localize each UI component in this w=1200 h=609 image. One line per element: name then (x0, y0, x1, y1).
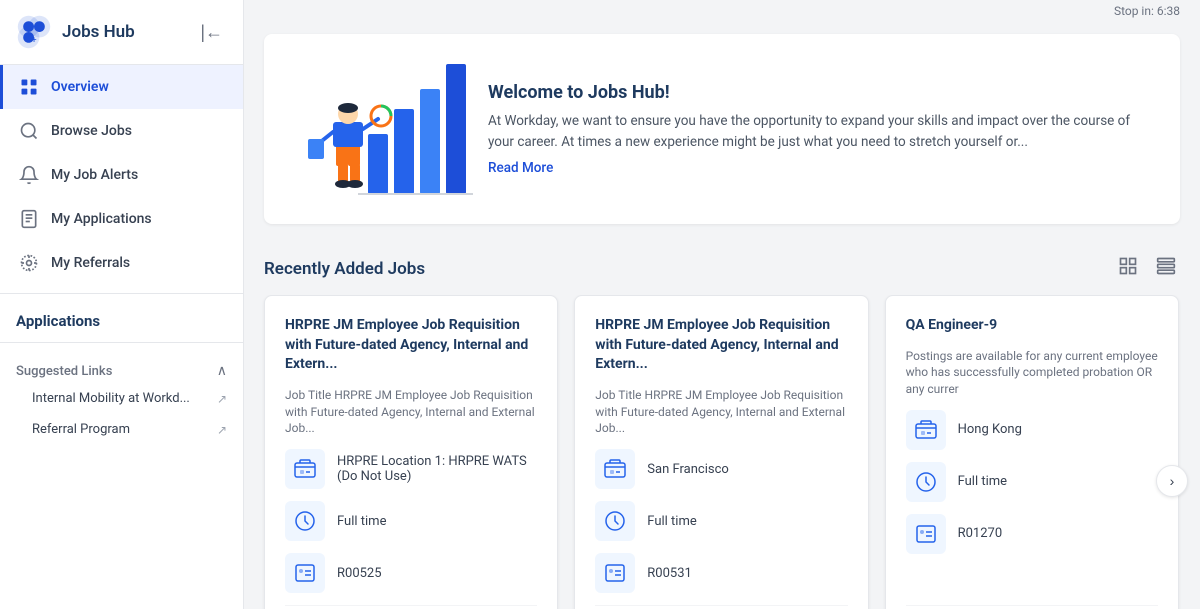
list-view-icon (1118, 256, 1138, 276)
sidebar-item-my-referrals-label: My Referrals (51, 255, 130, 271)
location-text-0: HRPRE Location 1: HRPRE WATS (Do Not Use… (337, 454, 537, 484)
sidebar-header: + Jobs Hub |← (0, 0, 243, 65)
time-text-1: Full time (647, 514, 696, 529)
welcome-body: At Workday, we want to ensure you have t… (488, 111, 1156, 152)
location-icon-1 (595, 449, 635, 489)
carousel-next-button[interactable]: › (1156, 465, 1188, 497)
time-text-2: Full time (958, 474, 1007, 489)
internal-mobility-label: Internal Mobility at Workd... (32, 391, 190, 406)
job-time-1: Full time (595, 501, 847, 541)
sidebar-item-referral-program[interactable]: Referral Program ↗ (0, 414, 243, 445)
bell-icon (19, 165, 39, 185)
welcome-text: Welcome to Jobs Hub! At Workday, we want… (488, 82, 1156, 176)
job-title-1: HRPRE JM Employee Job Requisition with F… (595, 316, 847, 375)
view-job-link-1[interactable]: View Job (595, 605, 847, 609)
job-location-0: HRPRE Location 1: HRPRE WATS (Do Not Use… (285, 449, 537, 489)
referrals-icon (19, 253, 39, 273)
read-more-link[interactable]: Read More (488, 160, 553, 176)
sidebar-divider-1 (0, 293, 243, 294)
chevron-up-icon: ∧ (217, 363, 227, 379)
sidebar-nav: Overview Browse Jobs My Job Alerts My Ap… (0, 65, 243, 285)
job-card-1: HRPRE JM Employee Job Requisition with F… (574, 295, 868, 609)
job-location-1: San Francisco (595, 449, 847, 489)
referral-program-label: Referral Program (32, 422, 130, 437)
job-desc-1: Job Title HRPRE JM Employee Job Requisit… (595, 387, 847, 437)
time-icon-0 (285, 501, 325, 541)
sidebar-title: Jobs Hub (62, 22, 135, 42)
req-text-1: R00531 (647, 566, 692, 581)
sidebar-item-my-referrals[interactable]: My Referrals (0, 241, 243, 285)
time-icon-1 (595, 501, 635, 541)
sidebar-item-overview[interactable]: Overview (0, 65, 243, 109)
job-req-1: R00531 (595, 553, 847, 593)
location-text-1: San Francisco (647, 462, 729, 477)
recently-added-title: Recently Added Jobs (264, 259, 425, 279)
sidebar-item-my-job-alerts-label: My Job Alerts (51, 167, 138, 183)
job-title-2: QA Engineer-9 (906, 316, 1158, 336)
view-job-link-2[interactable]: View Job (906, 605, 1158, 609)
req-text-0: R00525 (337, 566, 382, 581)
search-icon (19, 121, 39, 141)
sidebar-item-overview-label: Overview (51, 79, 109, 95)
sidebar-logo: + Jobs Hub (16, 14, 135, 50)
time-icon-2 (906, 462, 946, 502)
req-text-2: R01270 (958, 526, 1003, 541)
job-desc-2: Postings are available for any current e… (906, 348, 1158, 398)
sidebar-item-browse-jobs-label: Browse Jobs (51, 123, 132, 139)
location-icon-0 (285, 449, 325, 489)
section-actions (1114, 252, 1180, 285)
jobs-hub-logo-icon: + (16, 14, 52, 50)
grid-view-icon (1156, 256, 1176, 276)
stop-timer: Stop in: 6:38 (1114, 4, 1180, 18)
location-icon-2 (906, 410, 946, 450)
jobs-list: HRPRE JM Employee Job Requisition with F… (244, 295, 1200, 609)
view-job-link-0[interactable]: View Job (285, 605, 537, 609)
sidebar-applications-label: Applications (0, 302, 243, 334)
welcome-illustration (288, 54, 468, 204)
grid-view-button[interactable] (1152, 252, 1180, 285)
job-title-0: HRPRE JM Employee Job Requisition with F… (285, 316, 537, 375)
sidebar-collapse-button[interactable]: |← (196, 18, 227, 47)
document-icon (19, 209, 39, 229)
sidebar-divider-2 (0, 342, 243, 343)
job-card-2: QA Engineer-9 Postings are available for… (885, 295, 1179, 609)
suggested-links-label: Suggested Links (16, 364, 112, 379)
job-time-2: Full time (906, 462, 1158, 502)
sidebar-item-my-applications[interactable]: My Applications (0, 197, 243, 241)
sidebar-item-my-applications-label: My Applications (51, 211, 152, 227)
job-req-2: R01270 (906, 514, 1158, 554)
sidebar-item-browse-jobs[interactable]: Browse Jobs (0, 109, 243, 153)
sidebar-item-my-job-alerts[interactable]: My Job Alerts (0, 153, 243, 197)
location-text-2: Hong Kong (958, 422, 1022, 437)
external-link-icon-2: ↗ (217, 423, 227, 437)
svg-text:+: + (31, 36, 36, 46)
sidebar-item-internal-mobility[interactable]: Internal Mobility at Workd... ↗ (0, 383, 243, 414)
welcome-card: Welcome to Jobs Hub! At Workday, we want… (264, 34, 1180, 224)
job-time-0: Full time (285, 501, 537, 541)
sidebar: + Jobs Hub |← Overview Browse Jobs My Jo… (0, 0, 244, 609)
req-icon-0 (285, 553, 325, 593)
top-bar: Stop in: 6:38 (244, 0, 1200, 22)
suggested-links-header: Suggested Links ∧ (0, 351, 243, 383)
time-text-0: Full time (337, 514, 386, 529)
job-desc-0: Job Title HRPRE JM Employee Job Requisit… (285, 387, 537, 437)
req-icon-2 (906, 514, 946, 554)
main-content: Stop in: 6:38 (244, 0, 1200, 609)
welcome-title: Welcome to Jobs Hub! (488, 82, 1156, 103)
req-icon-1 (595, 553, 635, 593)
job-card-0: HRPRE JM Employee Job Requisition with F… (264, 295, 558, 609)
job-location-2: Hong Kong (906, 410, 1158, 450)
recently-added-section-header: Recently Added Jobs (244, 236, 1200, 295)
grid-icon (19, 77, 39, 97)
external-link-icon: ↗ (217, 392, 227, 406)
list-view-button[interactable] (1114, 252, 1142, 285)
job-req-0: R00525 (285, 553, 537, 593)
